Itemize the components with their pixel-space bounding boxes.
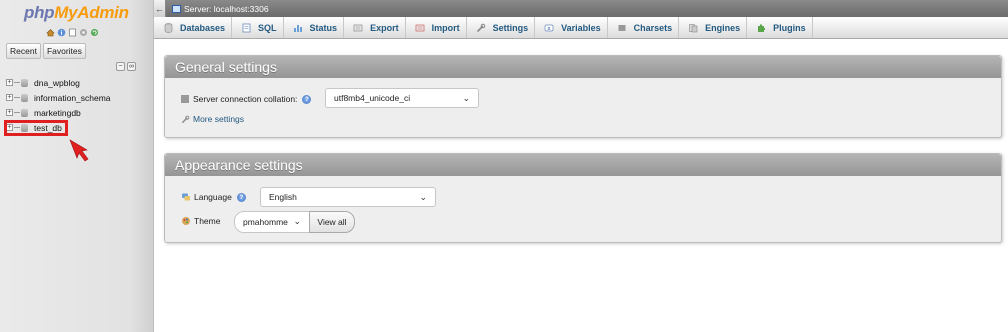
theme-row: Theme	[181, 216, 220, 226]
charsets-icon	[617, 23, 627, 33]
tree-line	[14, 97, 20, 98]
database-icon	[21, 78, 28, 87]
tree-line	[14, 82, 20, 83]
main-menu: Databases SQL Status Export Import Setti…	[154, 17, 1008, 39]
language-icon	[181, 192, 191, 202]
plugins-icon	[756, 23, 766, 33]
menu-charsets[interactable]: Charsets	[608, 17, 680, 38]
database-icon	[21, 93, 28, 102]
server-breadcrumb[interactable]: Server: localhost:3306	[172, 4, 269, 14]
language-value: English	[269, 192, 297, 202]
theme-icon	[181, 216, 191, 226]
sql-icon	[241, 23, 251, 33]
logo-php: php	[24, 3, 55, 22]
menu-label: Settings	[492, 22, 529, 33]
theme-label: Theme	[194, 216, 221, 226]
menu-label: Status	[309, 22, 338, 33]
more-settings-link[interactable]: More settings	[193, 114, 244, 124]
tab-favorites[interactable]: Favorites	[42, 43, 86, 59]
menu-label: Export	[370, 22, 399, 33]
more-settings-row: More settings	[181, 114, 244, 124]
server-icon	[172, 4, 181, 13]
menu-label: Import	[431, 22, 460, 33]
database-icon	[21, 108, 28, 117]
reload-icon[interactable]	[90, 28, 99, 37]
db-item[interactable]: + dna_wpblog	[6, 75, 111, 90]
collation-label: Server connection collation:	[193, 94, 298, 104]
chevron-down-icon: ⌄	[293, 216, 301, 226]
menu-label: SQL	[258, 22, 277, 33]
home-icon[interactable]	[46, 28, 55, 37]
wrench-icon	[181, 115, 190, 124]
menu-label: Charsets	[633, 22, 673, 33]
chevron-down-icon: ⌄	[419, 192, 427, 202]
tab-recent[interactable]: Recent	[6, 43, 41, 59]
help-icon[interactable]: ?	[302, 94, 312, 104]
phpmyadmin-logo[interactable]: phpMyAdmin	[24, 3, 129, 23]
variables-icon: x	[544, 23, 554, 33]
view-all-button[interactable]: View all	[309, 211, 355, 233]
docs-icon[interactable]	[68, 28, 77, 37]
settings-icon[interactable]	[79, 28, 88, 37]
db-name[interactable]: marketingdb	[34, 108, 81, 118]
engines-icon	[688, 23, 698, 33]
collapse-all-icon[interactable]: −	[116, 62, 125, 71]
quick-icons	[46, 28, 99, 37]
db-name[interactable]: dna_wpblog	[34, 78, 80, 88]
info-icon[interactable]	[57, 28, 66, 37]
import-icon	[415, 23, 425, 33]
theme-value: pmahomme	[243, 217, 288, 227]
menu-engines[interactable]: Engines	[679, 17, 748, 38]
menu-label: Databases	[180, 22, 226, 33]
language-select[interactable]: English ⌄	[260, 187, 436, 207]
collation-value: utf8mb4_unicode_ci	[334, 93, 411, 103]
help-icon[interactable]: ?	[236, 192, 246, 202]
expand-icon[interactable]: +	[6, 94, 13, 101]
menu-label: Engines	[705, 22, 741, 33]
tree-line	[14, 112, 20, 113]
menu-settings[interactable]: Settings	[467, 17, 536, 38]
wrench-icon	[476, 23, 486, 33]
pointer-arrow-icon	[69, 139, 89, 162]
menu-import[interactable]: Import	[406, 17, 467, 38]
highlight-box	[4, 120, 68, 136]
language-label: Language	[194, 192, 232, 202]
status-icon	[293, 23, 303, 33]
menu-databases[interactable]: Databases	[154, 17, 233, 38]
collation-select[interactable]: utf8mb4_unicode_ci ⌄	[325, 88, 479, 108]
general-settings-panel: General settings Server connection colla…	[164, 55, 1002, 138]
database-icon	[163, 22, 173, 33]
chevron-down-icon: ⌄	[462, 93, 470, 103]
menu-label: Plugins	[773, 22, 806, 33]
menu-export[interactable]: Export	[344, 17, 406, 38]
menu-sql[interactable]: SQL	[232, 17, 284, 38]
expand-icon[interactable]: +	[6, 109, 13, 116]
menu-variables[interactable]: x Variables	[535, 17, 608, 38]
link-icon[interactable]: ∞	[127, 62, 136, 71]
db-item[interactable]: + information_schema	[6, 90, 111, 105]
collation-icon	[181, 95, 189, 103]
collapse-nav-button[interactable]: ←	[154, 0, 166, 17]
menu-status[interactable]: Status	[284, 17, 345, 38]
theme-select[interactable]: pmahomme ⌄	[234, 211, 310, 233]
navigation-panel: phpMyAdmin Recent Favorites − ∞ + dna_wp…	[0, 0, 154, 332]
server-breadcrumb-bar: ← Server: localhost:3306	[154, 0, 1008, 17]
expand-icon[interactable]: +	[6, 79, 13, 86]
export-icon	[353, 23, 363, 33]
tree-tools: − ∞	[116, 62, 136, 71]
logo-myadmin: MyAdmin	[54, 3, 129, 22]
collation-row: Server connection collation: ?	[181, 94, 312, 104]
language-row: Language ?	[181, 192, 246, 202]
general-settings-title: General settings	[165, 56, 1001, 78]
appearance-settings-panel: Appearance settings Language ? English ⌄…	[164, 153, 1002, 243]
appearance-settings-title: Appearance settings	[165, 154, 1001, 176]
db-name[interactable]: information_schema	[34, 93, 111, 103]
server-label-text: Server: localhost:3306	[184, 3, 269, 14]
menu-label: Variables	[561, 22, 601, 33]
db-item[interactable]: + marketingdb	[6, 105, 111, 120]
menu-plugins[interactable]: Plugins	[747, 17, 813, 38]
nav-tabs: Recent Favorites	[6, 43, 86, 59]
